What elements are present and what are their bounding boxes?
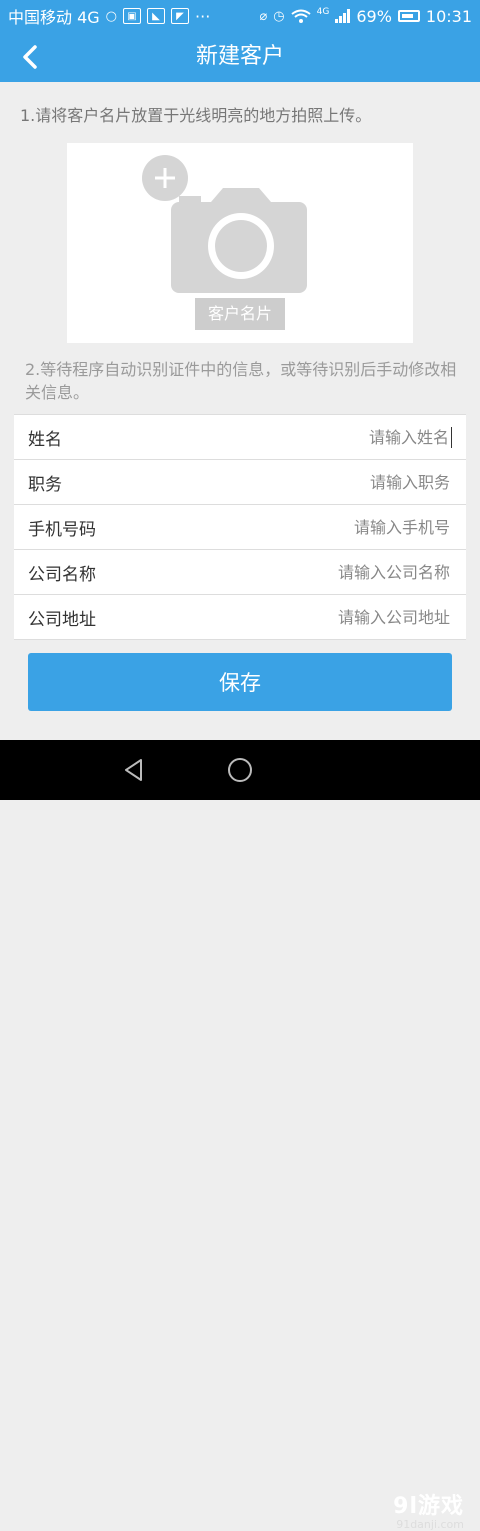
form-row-address: 公司地址 xyxy=(14,595,466,640)
image-icon: ◣ xyxy=(147,8,166,24)
phone-input[interactable] xyxy=(208,516,452,538)
watermark-brand: 9l游戏 xyxy=(393,1494,464,1519)
instruction-step1: 1.请将客户名片放置于光线明亮的地方拍照上传。 xyxy=(20,106,372,125)
card-label: 客户名片 xyxy=(195,298,285,330)
notification-icon: ▣ xyxy=(123,8,142,24)
more-dots-icon: ··· xyxy=(195,6,211,26)
form-row-name: 姓名 xyxy=(14,415,466,460)
form-row-company: 公司名称 xyxy=(14,550,466,595)
address-input[interactable] xyxy=(208,606,452,628)
name-input[interactable] xyxy=(207,426,452,448)
app-header: 新建客户 xyxy=(0,32,480,82)
alarm-icon: ◷ xyxy=(273,8,285,24)
save-button[interactable]: 保存 xyxy=(28,653,452,711)
company-label: 公司名称 xyxy=(28,564,96,585)
battery-percent: 69% xyxy=(356,6,392,26)
battery-icon xyxy=(397,10,420,22)
carrier-label: 中国移动 4G xyxy=(8,8,100,27)
address-label: 公司地址 xyxy=(28,609,96,630)
mute-icon: ⌀ xyxy=(259,8,268,24)
company-input[interactable] xyxy=(208,561,452,583)
message-icon: ○ xyxy=(105,8,118,24)
page-title: 新建客户 xyxy=(195,44,284,69)
nav-back-button[interactable] xyxy=(118,754,150,786)
network-type: 4G xyxy=(316,6,330,17)
photo-icon: ◤ xyxy=(171,8,190,24)
form-row-phone: 手机号码 xyxy=(14,505,466,550)
form-row-title: 职务 xyxy=(14,460,466,505)
instruction-step2: 2.等待程序自动识别证件中的信息，或等待识别后手动修改相关信息。 xyxy=(25,360,457,402)
clock: 10:31 xyxy=(425,6,472,26)
system-nav-bar: 9l游戏 91danji.com xyxy=(0,740,480,1531)
business-card-upload[interactable]: 客户名片 xyxy=(67,143,413,343)
title-label: 职务 xyxy=(28,474,62,495)
phone-label: 手机号码 xyxy=(28,519,96,540)
watermark: 9l游戏 91danji.com xyxy=(393,1488,464,1531)
watermark-url: 91danji.com xyxy=(396,1518,464,1531)
name-label: 姓名 xyxy=(28,429,62,450)
wifi-icon xyxy=(291,9,311,23)
back-triangle-icon xyxy=(125,759,142,781)
status-bar: 中国移动 4G ○ ▣ ◣ ◤ ··· ⌀ ◷ 4G 69% 10:31 xyxy=(0,0,480,32)
customer-form: 姓名 职务 手机号码 公司名称 公司地址 xyxy=(14,414,466,640)
signal-icon xyxy=(335,9,351,23)
home-circle-icon xyxy=(228,758,252,782)
title-input[interactable] xyxy=(208,471,452,493)
camera-icon xyxy=(171,188,307,293)
nav-home-button[interactable] xyxy=(224,754,256,786)
